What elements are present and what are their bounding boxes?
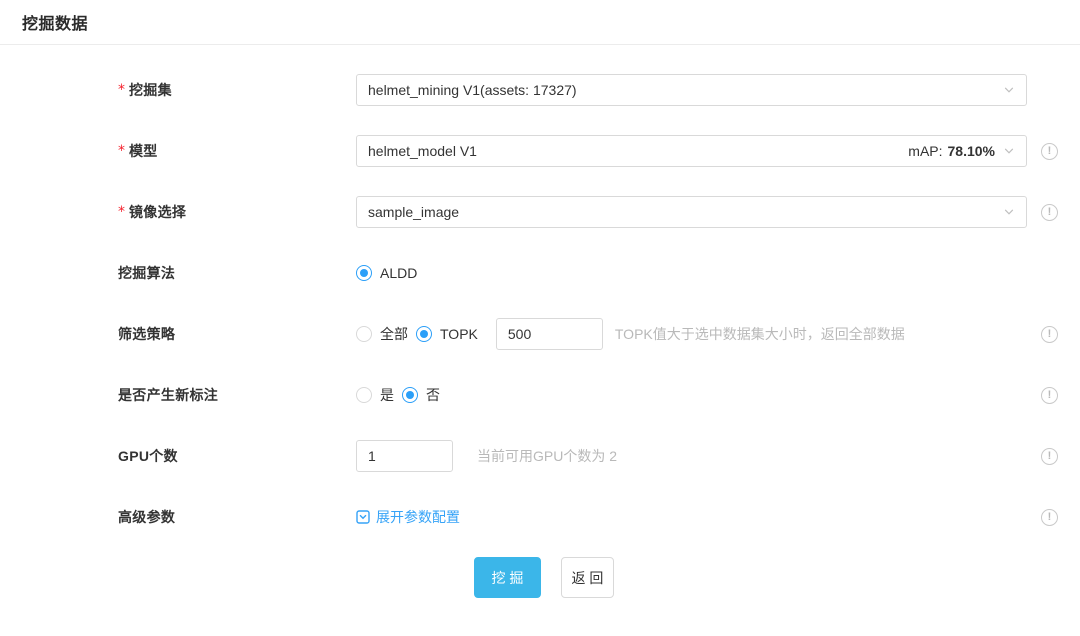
form-row-new-annotation: 是否产生新标注 是 否 !	[118, 379, 1058, 411]
info-icon[interactable]: !	[1041, 509, 1058, 526]
expand-params-label: 展开参数配置	[376, 507, 460, 527]
expand-params-link[interactable]: 展开参数配置	[356, 507, 460, 527]
form-row-algorithm: 挖掘算法 ALDD	[118, 257, 1058, 289]
form-actions: 挖 掘 返 回	[118, 557, 1058, 598]
form-row-advanced: 高级参数 展开参数配置 !	[118, 501, 1058, 533]
page-title: 挖掘数据	[22, 10, 88, 34]
radio-yes[interactable]: 是	[356, 385, 394, 405]
form-row-gpu: GPU个数 当前可用GPU个数为 2 !	[118, 440, 1058, 472]
gpu-count-input[interactable]	[356, 440, 453, 472]
form-row-model: * 模型 helmet_model V1 mAP:78.10% !	[118, 135, 1058, 167]
info-icon[interactable]: !	[1041, 204, 1058, 221]
model-value: helmet_model V1	[368, 143, 908, 159]
radio-button-icon	[416, 326, 432, 342]
mining-form: * 挖掘集 helmet_mining V1(assets: 17327) * …	[0, 45, 1080, 598]
required-mark: *	[118, 204, 125, 220]
back-button[interactable]: 返 回	[561, 557, 614, 598]
model-label: * 模型	[118, 141, 356, 161]
required-mark: *	[118, 143, 125, 159]
mining-set-label: * 挖掘集	[118, 80, 356, 100]
required-mark: *	[118, 82, 125, 98]
chevron-down-icon	[1003, 206, 1015, 218]
radio-button-icon	[402, 387, 418, 403]
page-header: 挖掘数据	[0, 0, 1080, 45]
new-annotation-label: 是否产生新标注	[118, 385, 356, 405]
mining-set-select[interactable]: helmet_mining V1(assets: 17327)	[356, 74, 1027, 106]
topk-hint: TOPK值大于选中数据集大小时，返回全部数据	[615, 324, 905, 344]
info-icon[interactable]: !	[1041, 448, 1058, 465]
mining-set-value: helmet_mining V1(assets: 17327)	[368, 82, 1003, 98]
model-map-score: mAP:78.10%	[908, 143, 995, 159]
radio-all[interactable]: 全部	[356, 324, 408, 344]
gpu-hint: 当前可用GPU个数为 2	[477, 446, 617, 466]
radio-aldd[interactable]: ALDD	[356, 265, 417, 281]
radio-button-icon	[356, 326, 372, 342]
model-select[interactable]: helmet_model V1 mAP:78.10%	[356, 135, 1027, 167]
strategy-label: 筛选策略	[118, 324, 356, 344]
topk-input[interactable]	[496, 318, 603, 350]
mine-button[interactable]: 挖 掘	[474, 557, 541, 598]
form-row-strategy: 筛选策略 全部 TOPK TOPK值大于选中数据集大小时，返回全部数据 !	[118, 318, 1058, 350]
info-icon[interactable]: !	[1041, 326, 1058, 343]
radio-topk[interactable]: TOPK	[416, 326, 478, 342]
chevron-down-icon	[1003, 145, 1015, 157]
chevron-down-icon	[1003, 84, 1015, 96]
map-value: 78.10%	[948, 143, 995, 159]
form-row-mining-set: * 挖掘集 helmet_mining V1(assets: 17327)	[118, 74, 1058, 106]
image-select[interactable]: sample_image	[356, 196, 1027, 228]
radio-button-icon	[356, 387, 372, 403]
radio-button-icon	[356, 265, 372, 281]
info-icon[interactable]: !	[1041, 143, 1058, 160]
form-row-image-select: * 镜像选择 sample_image !	[118, 196, 1058, 228]
expand-caret-box-icon	[356, 510, 370, 524]
info-icon[interactable]: !	[1041, 387, 1058, 404]
advanced-label: 高级参数	[118, 507, 356, 527]
algorithm-label: 挖掘算法	[118, 263, 356, 283]
image-select-label: * 镜像选择	[118, 202, 356, 222]
gpu-label: GPU个数	[118, 446, 356, 466]
radio-no[interactable]: 否	[402, 385, 440, 405]
image-select-value: sample_image	[368, 204, 1003, 220]
